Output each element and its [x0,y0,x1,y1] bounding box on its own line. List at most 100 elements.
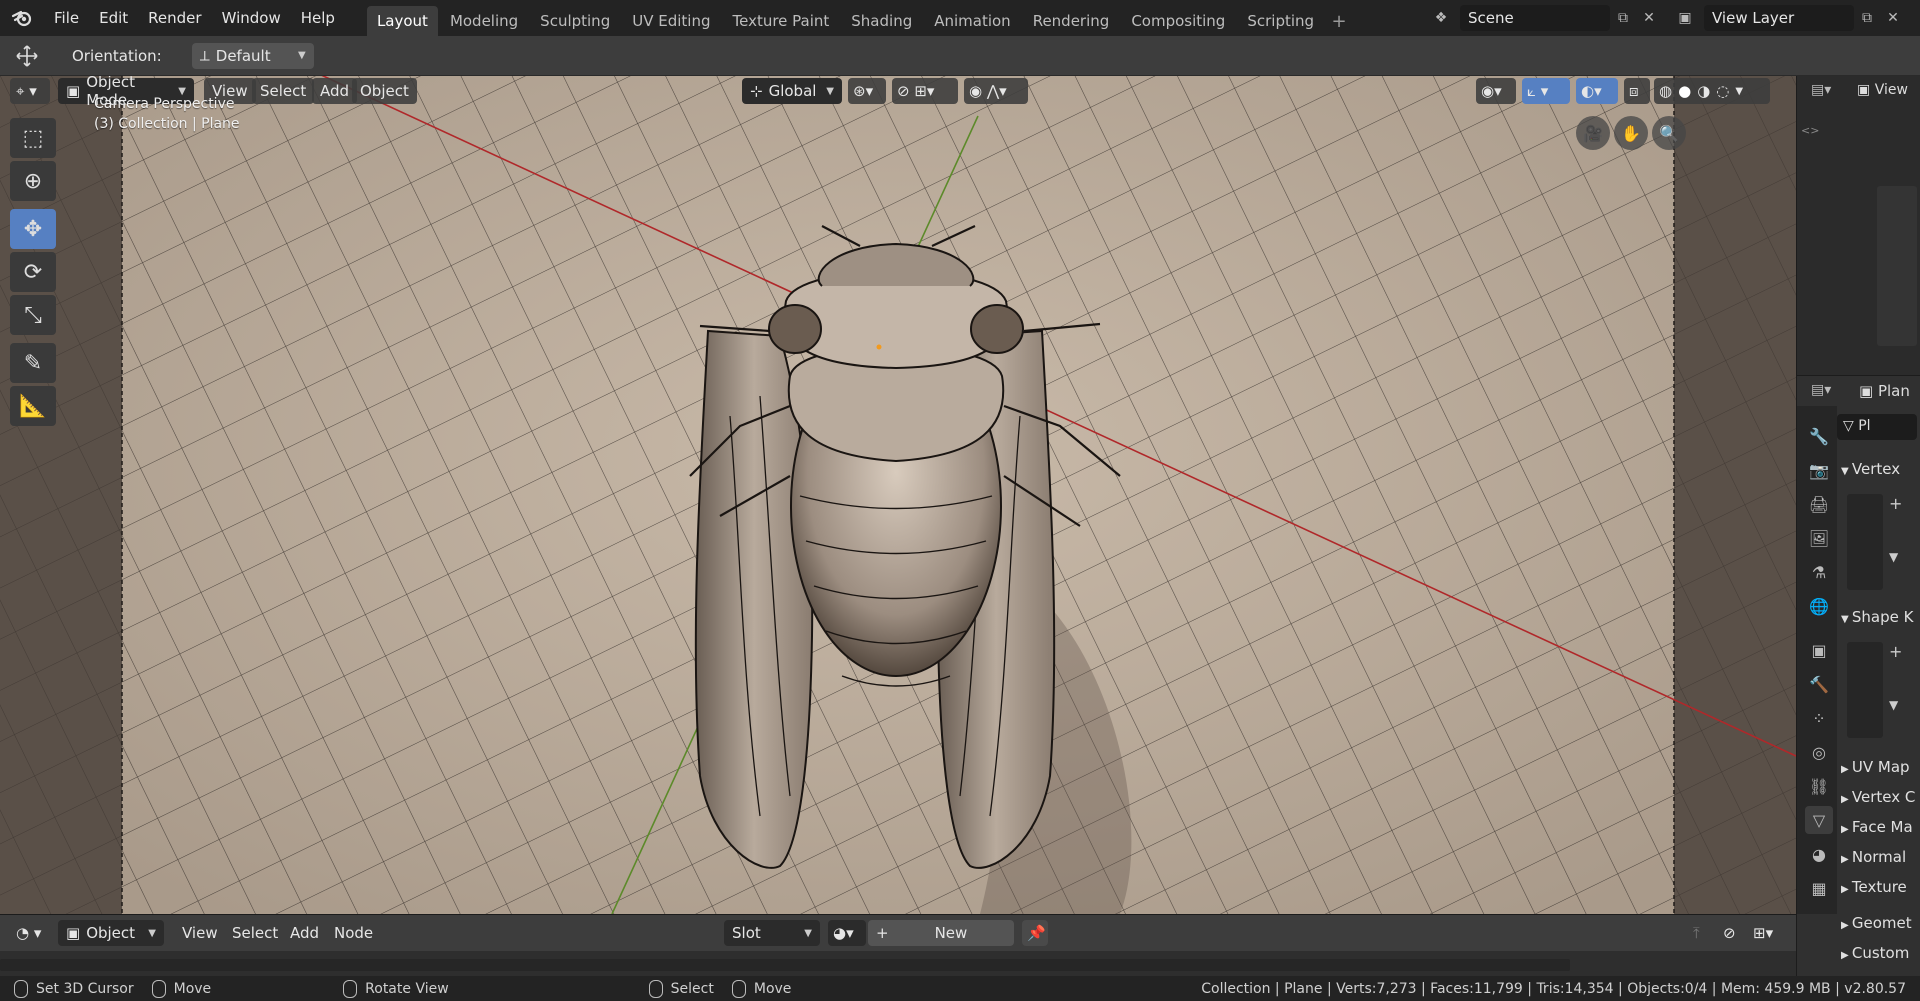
shader-view-menu[interactable]: View [182,924,218,942]
chevron-down-icon[interactable]: ▼ [1889,698,1898,712]
tab-scripting[interactable]: Scripting [1237,6,1324,36]
blender-logo-icon[interactable] [0,0,44,36]
add-menu[interactable]: Add [312,78,358,104]
view-layer-icon[interactable]: ▣ [1672,5,1698,31]
xray-icon[interactable]: ⧈ [1624,78,1650,104]
transform-orientation-dropdown[interactable]: ⊹ Global ▼ [742,78,842,104]
scene-name-field[interactable]: Scene [1460,5,1610,31]
remove-view-layer-icon[interactable]: ✕ [1880,5,1906,31]
world-props-icon[interactable]: 🌐 [1805,592,1833,620]
snap-node-icon[interactable]: ⊘ [1718,920,1744,946]
tab-compositing[interactable]: Compositing [1121,6,1235,36]
section-shape-keys[interactable]: ▼ Shape K [1841,608,1913,626]
cursor-icon[interactable]: ⊕ [10,161,56,201]
add-workspace-icon[interactable]: + [1326,6,1352,36]
view-layer-props-icon[interactable]: 🖼 [1805,524,1833,552]
shader-select-menu[interactable]: Select [232,924,278,942]
object-menu[interactable]: Object [352,78,417,104]
camera-icon[interactable]: 🎥 [1576,116,1610,150]
tab-texture-paint[interactable]: Texture Paint [722,6,839,36]
move-icon[interactable] [0,44,54,68]
move-tool-icon[interactable]: ✥ [10,209,56,249]
scene-icon[interactable]: ❖ [1428,5,1454,31]
snap-grid-icon[interactable]: ⊞▾ [1748,920,1792,946]
section-normals[interactable]: ▶ Normal [1841,848,1906,866]
outliner-view-label[interactable]: ▣ View [1857,82,1908,98]
new-material-button[interactable]: + New [868,920,1014,946]
hand-icon[interactable]: ✋ [1614,116,1648,150]
parent-node-tree-icon[interactable]: ⤒ [1688,920,1714,946]
menu-render[interactable]: Render [138,9,211,27]
tab-layout[interactable]: Layout [366,6,438,36]
annotate-icon[interactable]: ✎ [10,343,56,383]
render-props-icon[interactable]: 📷 [1805,456,1833,484]
snap-icon[interactable]: ⊘ ⊞▾ [892,78,958,104]
physics-props-icon[interactable]: ◎ [1805,738,1833,766]
section-vertex-colors[interactable]: ▶ Vertex C [1841,788,1915,806]
outliner-editor-icon[interactable]: ▤▾ [1811,82,1847,106]
add-vertex-group-icon[interactable]: + [1889,494,1902,513]
scale-icon[interactable]: ⤡ [10,295,56,335]
mesh-data-field[interactable]: ▽ Pl [1837,414,1917,440]
tab-modeling[interactable]: Modeling [440,6,528,36]
material-props-icon[interactable]: ◕ [1805,840,1833,868]
remove-scene-icon[interactable]: ✕ [1636,5,1662,31]
modifier-props-icon[interactable]: 🔨 [1805,670,1833,698]
tab-sculpting[interactable]: Sculpting [530,6,620,36]
tab-uv-editing[interactable]: UV Editing [622,6,720,36]
split-handle-icon[interactable]: <> [1801,124,1819,137]
output-props-icon[interactable]: 🖨 [1805,490,1833,518]
overlays-icon[interactable]: ◐▾ [1576,78,1618,104]
tab-animation[interactable]: Animation [924,6,1020,36]
view-layer-field[interactable]: View Layer [1704,5,1854,31]
editor-type-icon[interactable]: ⌖ ▾ [10,78,50,104]
gizmo-icon[interactable]: ⟀ ▾ [1522,78,1570,104]
slot-dropdown[interactable]: Slot ▼ [724,920,820,946]
rotate-icon[interactable]: ⟳ [10,252,56,292]
particles-props-icon[interactable]: ⁘ [1805,704,1833,732]
shape-keys-list[interactable] [1847,642,1883,738]
properties-editor-icon[interactable]: ▤▾ [1811,382,1831,398]
section-custom-properties[interactable]: ▶ Custom [1841,944,1909,962]
vertex-groups-list[interactable] [1847,494,1883,590]
menu-window[interactable]: Window [212,9,291,27]
3d-viewport[interactable]: ⌖ ▾ ▣ Object Mode ▼ View Select Add Obje… [0,76,1796,914]
section-uv-maps[interactable]: ▶ UV Map [1841,758,1910,776]
proportional-edit-icon[interactable]: ◉ ⋀▾ [964,78,1028,104]
scene-props-icon[interactable]: ⚗ [1805,558,1833,586]
material-browse-icon[interactable]: ◕▾ [828,920,866,946]
copy-scene-icon[interactable]: ⧉ [1610,5,1636,31]
copy-view-layer-icon[interactable]: ⧉ [1854,5,1880,31]
wireframe-shading-icon[interactable]: ◍ [1659,82,1672,100]
visibility-icon[interactable]: ◉▾ [1476,78,1516,104]
texture-props-icon[interactable]: ▦ [1805,874,1833,902]
section-geometry-data-label[interactable]: ▶ Geomet [1841,914,1912,932]
shader-node-menu[interactable]: Node [334,924,373,942]
constraints-props-icon[interactable]: ⛓ [1805,772,1833,800]
select-box-icon[interactable]: ⬚ [10,118,56,158]
mesh-data-props-icon[interactable]: ▽ [1805,806,1833,834]
measure-icon[interactable]: 📐 [10,386,56,426]
shader-editor[interactable]: ◔ ▾ ▣ Object ▼ View Select Add Node Slot… [0,914,1796,976]
menu-help[interactable]: Help [291,9,345,27]
section-texture-space[interactable]: ▶ Texture [1841,878,1907,896]
chevron-down-icon[interactable]: ▼ [1889,550,1898,564]
chevron-down-icon[interactable]: ▼ [1735,86,1743,97]
add-shape-key-icon[interactable]: + [1889,642,1902,661]
shader-add-menu[interactable]: Add [290,924,319,942]
outliner-scrollbar[interactable] [1877,186,1917,346]
tool-props-icon[interactable]: 🔧 [1805,422,1833,450]
shader-type-dropdown[interactable]: ▣ Object ▼ [58,920,164,946]
menu-edit[interactable]: Edit [89,9,138,27]
material-shading-icon[interactable]: ◑ [1697,82,1710,100]
shader-editor-type-icon[interactable]: ◔ ▾ [10,920,50,946]
rendered-shading-icon[interactable]: ◌ [1716,82,1729,100]
orientation-dropdown[interactable]: ⟂ Default ▼ [191,42,314,69]
object-props-icon[interactable]: ▣ [1805,636,1833,664]
pivot-point-icon[interactable]: ⊛▾ [848,78,886,104]
select-menu[interactable]: Select [252,78,315,104]
tab-shading[interactable]: Shading [841,6,922,36]
zoom-icon[interactable]: 🔍 [1652,116,1686,150]
pin-icon[interactable]: 📌 [1022,920,1048,946]
tab-rendering[interactable]: Rendering [1023,6,1120,36]
